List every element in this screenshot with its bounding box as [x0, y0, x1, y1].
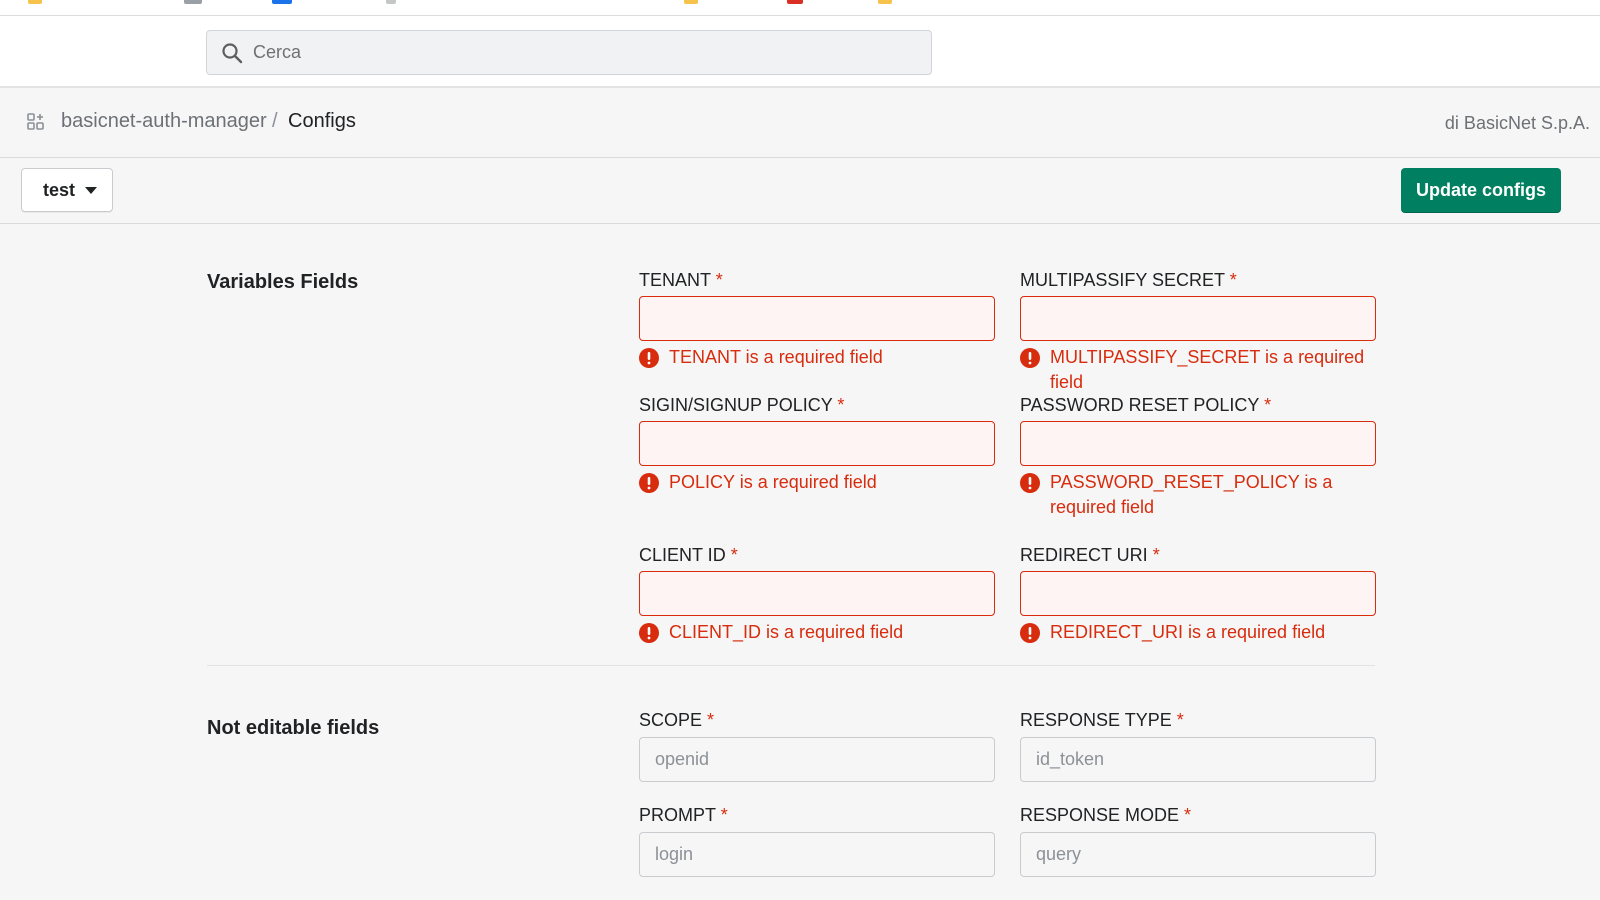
bookmarks-bar: [0, 0, 1600, 16]
search-box[interactable]: [206, 30, 932, 75]
alert-circle-icon: [639, 348, 659, 368]
field-label-prompt: PROMPT *: [639, 805, 728, 825]
update-configs-button[interactable]: Update configs: [1401, 168, 1561, 213]
actions-bar: test Update configs: [0, 158, 1600, 224]
apps-icon[interactable]: [26, 112, 46, 132]
bookmark-icon[interactable]: [272, 0, 292, 4]
field-label-signin-policy: SIGIN/SIGNUP POLICY *: [639, 395, 845, 415]
field-label-password-reset-policy: PASSWORD RESET POLICY *: [1020, 395, 1272, 415]
search-input[interactable]: [253, 31, 913, 74]
section-title-not-editable: Not editable fields: [207, 717, 380, 739]
top-bar: [0, 16, 1600, 88]
bookmark-folder-icon[interactable]: [28, 0, 42, 4]
environment-select[interactable]: test: [21, 168, 113, 212]
redirect-uri-input[interactable]: [1020, 571, 1376, 616]
client-id-input[interactable]: [639, 571, 995, 616]
breadcrumb-app-link[interactable]: basicnet-auth-manager: [61, 110, 267, 133]
breadcrumb: basicnet-auth-manager / Configs di Basic…: [0, 88, 1600, 158]
bookmark-icon[interactable]: [386, 0, 396, 4]
field-label-multipassify-secret: MULTIPASSIFY SECRET *: [1020, 270, 1237, 290]
response-mode-input: [1020, 832, 1376, 877]
caret-down-icon: [85, 187, 97, 194]
field-label-client-id: CLIENT ID *: [639, 545, 738, 565]
field-label-response-mode: RESPONSE MODE *: [1020, 805, 1192, 825]
app-owner: di BasicNet S.p.A.: [1444, 113, 1590, 133]
field-label-redirect-uri: REDIRECT URI *: [1020, 545, 1160, 565]
alert-circle-icon: [639, 623, 659, 643]
environment-select-value: test: [43, 180, 76, 200]
alert-circle-icon: [1020, 623, 1040, 643]
breadcrumb-separator: /: [272, 110, 278, 132]
section-title-variables: Variables Fields: [207, 271, 359, 293]
password-reset-policy-input[interactable]: [1020, 421, 1376, 466]
response-type-input: [1020, 737, 1376, 782]
prompt-input: [639, 832, 995, 877]
search-icon: [222, 43, 243, 64]
alert-circle-icon: [1020, 473, 1040, 493]
scope-input: [639, 737, 995, 782]
bookmark-icon[interactable]: [184, 0, 202, 4]
field-label-scope: SCOPE *: [639, 710, 715, 730]
multipassify-secret-input[interactable]: [1020, 296, 1376, 341]
alert-circle-icon: [1020, 348, 1040, 368]
field-label-response-type: RESPONSE TYPE *: [1020, 710, 1184, 730]
section-divider: [207, 665, 1375, 666]
page-title: Configs: [288, 110, 356, 132]
field-label-tenant: TENANT *: [639, 270, 723, 290]
bookmark-folder-icon[interactable]: [878, 0, 892, 4]
tenant-input[interactable]: [639, 296, 995, 341]
signin-policy-input[interactable]: [639, 421, 995, 466]
alert-circle-icon: [639, 473, 659, 493]
bookmark-icon[interactable]: [787, 0, 803, 4]
bookmark-folder-icon[interactable]: [684, 0, 698, 4]
